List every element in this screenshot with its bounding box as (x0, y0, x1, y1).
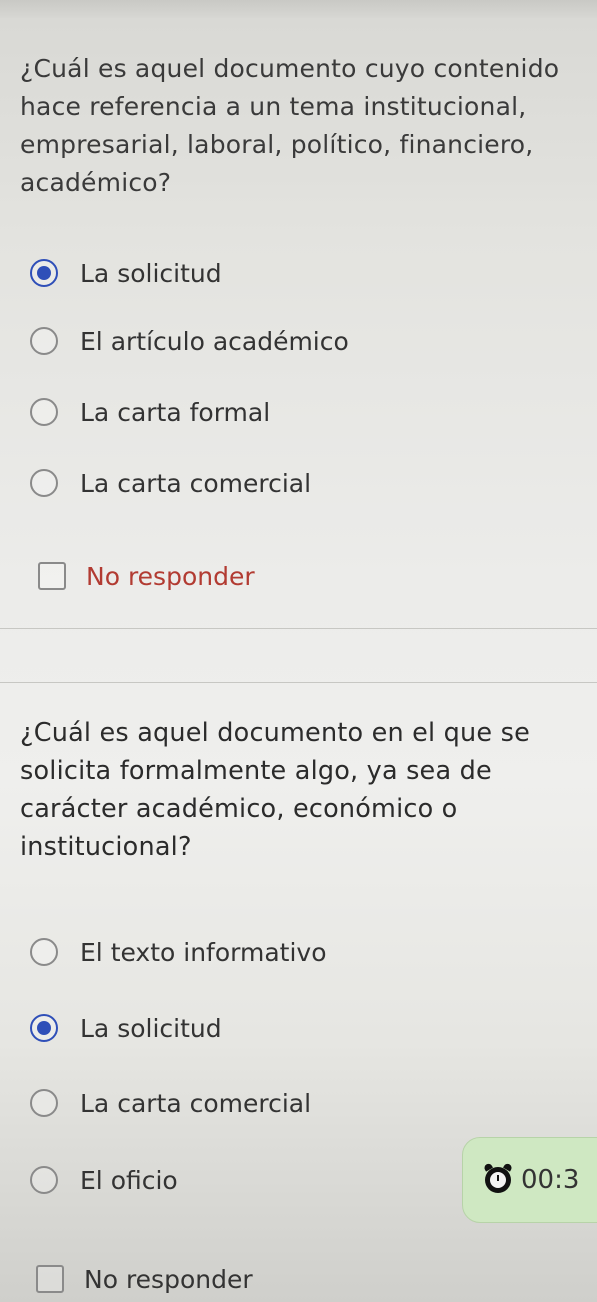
top-strip (0, 0, 597, 18)
option-label: La carta comercial (80, 468, 312, 498)
timer-badge: 00:3 (462, 1137, 597, 1223)
radio-selected-icon[interactable] (30, 1014, 58, 1042)
option-q2-a[interactable]: El texto informativo (30, 932, 327, 972)
option-label: El oficio (80, 1165, 178, 1195)
option-label: El artículo académico (80, 326, 349, 356)
question-text: ¿Cuál es aquel documento cuyo contenido … (20, 54, 560, 197)
option-label: La carta formal (80, 397, 271, 427)
option-q1-a[interactable]: La solicitud (30, 253, 222, 293)
question-text: ¿Cuál es aquel documento en el que se so… (20, 718, 530, 862)
no-answer-q2[interactable]: No responder (36, 1259, 253, 1299)
alarm-clock-icon (485, 1167, 511, 1193)
radio-icon[interactable] (30, 469, 58, 497)
option-q1-c[interactable]: La carta formal (30, 392, 270, 432)
option-q2-b[interactable]: La solicitud (30, 1008, 222, 1048)
radio-icon[interactable] (30, 1089, 58, 1117)
no-answer-label: No responder (86, 561, 255, 591)
divider (0, 682, 597, 683)
checkbox-icon[interactable] (38, 562, 66, 590)
radio-selected-icon[interactable] (30, 259, 58, 287)
option-q1-b[interactable]: El artículo académico (30, 321, 349, 361)
option-label: La carta comercial (80, 1088, 312, 1118)
radio-icon[interactable] (30, 938, 58, 966)
option-q1-d[interactable]: La carta comercial (30, 463, 311, 503)
checkbox-icon[interactable] (36, 1265, 64, 1293)
option-q2-c[interactable]: La carta comercial (30, 1083, 311, 1123)
option-q2-d[interactable]: El oficio (30, 1160, 178, 1200)
no-answer-q1[interactable]: No responder (38, 556, 255, 596)
timer-text: 00:3 (521, 1165, 580, 1195)
radio-icon[interactable] (30, 327, 58, 355)
radio-icon[interactable] (30, 398, 58, 426)
option-label: El texto informativo (80, 937, 327, 967)
radio-icon[interactable] (30, 1166, 58, 1194)
divider (0, 628, 597, 629)
option-label: La solicitud (80, 258, 222, 288)
no-answer-label: No responder (84, 1264, 253, 1294)
option-label: La solicitud (80, 1013, 222, 1043)
